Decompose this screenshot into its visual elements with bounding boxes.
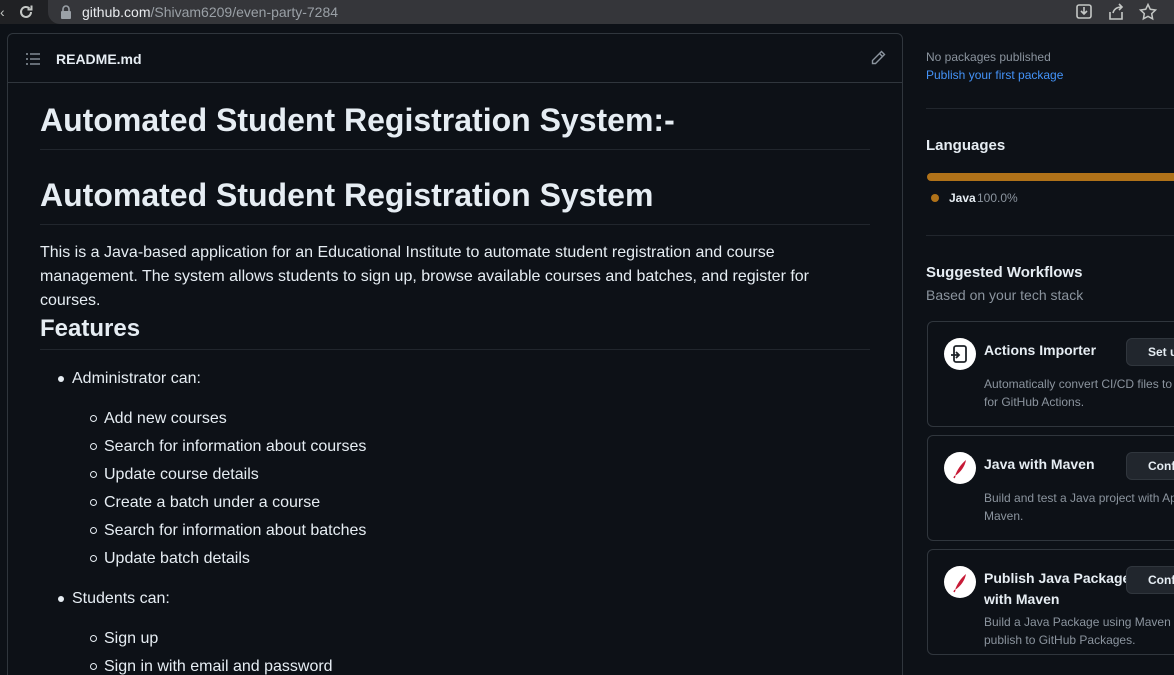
intro-paragraph: This is a Java-based application for an … <box>40 241 870 313</box>
workflow-name-line: Publish Java Package <box>984 570 1131 586</box>
list-item: Search for information about courses <box>40 435 366 459</box>
readme-heading-2: Automated Student Registration System <box>40 175 870 225</box>
workflow-desc-line: for GitHub Actions. <box>984 395 1085 409</box>
bullet-icon <box>58 596 64 602</box>
intro-line-2: management. The system allows students t… <box>40 268 810 309</box>
languages-heading: Languages <box>926 137 1006 154</box>
circle-bullet-icon <box>90 499 97 506</box>
workflow-desc-line: Automatically convert CI/CD files to <box>984 377 1173 391</box>
workflow-desc-line: Build a Java Package using Maven ar <box>984 615 1174 629</box>
set-up-button[interactable]: Set up <box>1126 338 1174 366</box>
readme-heading-1: Automated Student Registration System:- <box>40 100 870 150</box>
circle-bullet-icon <box>90 527 97 534</box>
lock-icon <box>61 5 71 19</box>
sidebar-divider <box>926 235 1174 236</box>
admin-item: Create a batch under a course <box>104 494 321 511</box>
back-arrow-icon[interactable]: ‹ <box>0 2 8 22</box>
reload-icon[interactable] <box>16 2 36 22</box>
student-item: Sign in with email and password <box>104 658 333 675</box>
readme-header: README.md <box>8 34 902 83</box>
admin-item: Search for information about batches <box>104 522 367 539</box>
list-item: Sign in with email and password <box>40 655 333 675</box>
features-heading: Features <box>40 314 870 350</box>
intro-line-1: This is a Java-based application for an … <box>40 244 775 261</box>
list-item: Create a batch under a course <box>40 491 320 515</box>
circle-bullet-icon <box>90 415 97 422</box>
admin-item: Search for information about courses <box>104 438 367 455</box>
workflow-description: Build and test a Java project with Ap Ma… <box>984 489 1174 525</box>
outline-list-icon[interactable] <box>25 51 41 67</box>
workflow-card: Java with Maven Configure Build and test… <box>927 435 1174 541</box>
list-item: Update course details <box>40 463 259 487</box>
suggested-workflows-subtitle: Based on your tech stack <box>926 287 1084 303</box>
language-name[interactable]: Java <box>949 191 976 205</box>
circle-bullet-icon <box>90 471 97 478</box>
workflow-description: Build a Java Package using Maven ar publ… <box>984 613 1174 649</box>
actions-importer-icon <box>944 338 976 370</box>
language-bar <box>927 173 1174 181</box>
student-item: Sign up <box>104 630 159 647</box>
url-path: /Shivam6209/even-party-7284 <box>150 4 339 20</box>
workflow-card: Publish Java Package with Maven Configur… <box>927 549 1174 655</box>
admin-label: Administrator can: <box>72 370 201 387</box>
admin-item: Update course details <box>104 466 259 483</box>
workflow-name[interactable]: Actions Importer <box>984 340 1124 361</box>
suggested-workflows-heading: Suggested Workflows <box>926 264 1083 281</box>
java-color-dot <box>931 194 939 202</box>
maven-feather-icon <box>944 452 976 484</box>
list-item: Sign up <box>40 627 158 651</box>
workflow-name[interactable]: Publish Java Package with Maven <box>984 568 1131 610</box>
list-item: Update batch details <box>40 547 250 571</box>
circle-bullet-icon <box>90 555 97 562</box>
readme-panel: README.md Automated Student Registration… <box>7 33 903 675</box>
circle-bullet-icon <box>90 663 97 670</box>
configure-button[interactable]: Configure <box>1126 566 1174 594</box>
circle-bullet-icon <box>90 635 97 642</box>
readme-filename[interactable]: README.md <box>56 51 142 67</box>
workflow-name-line: with Maven <box>984 591 1060 607</box>
workflow-name[interactable]: Java with Maven <box>984 454 1124 475</box>
list-item: Administrator can: <box>40 367 201 391</box>
packages-status: No packages published <box>926 50 1051 64</box>
workflow-desc-line: Build and test a Java project with Ap <box>984 491 1174 505</box>
workflow-description: Automatically convert CI/CD files to for… <box>984 375 1174 411</box>
list-item: Search for information about batches <box>40 519 366 543</box>
url-host: github.com <box>82 4 151 20</box>
bullet-icon <box>58 376 64 382</box>
sidebar-divider <box>926 108 1174 109</box>
configure-button[interactable]: Configure <box>1126 452 1174 480</box>
circle-bullet-icon <box>90 443 97 450</box>
workflow-card: Actions Importer Set up Automatically co… <box>927 321 1174 427</box>
url-text[interactable]: github.com/Shivam6209/even-party-7284 <box>82 3 338 21</box>
pencil-edit-icon[interactable] <box>870 50 886 66</box>
language-percent: 100.0% <box>977 191 1018 205</box>
workflow-desc-line: publish to GitHub Packages. <box>984 633 1136 647</box>
list-item: Add new courses <box>40 407 227 431</box>
workflow-desc-line: Maven. <box>984 509 1024 523</box>
admin-item: Add new courses <box>104 410 227 427</box>
maven-feather-icon <box>944 566 976 598</box>
admin-item: Update batch details <box>104 550 250 567</box>
publish-package-link[interactable]: Publish your first package <box>926 68 1063 82</box>
repo-sidebar: No packages published Publish your first… <box>926 0 1174 675</box>
list-item: Students can: <box>40 587 170 611</box>
